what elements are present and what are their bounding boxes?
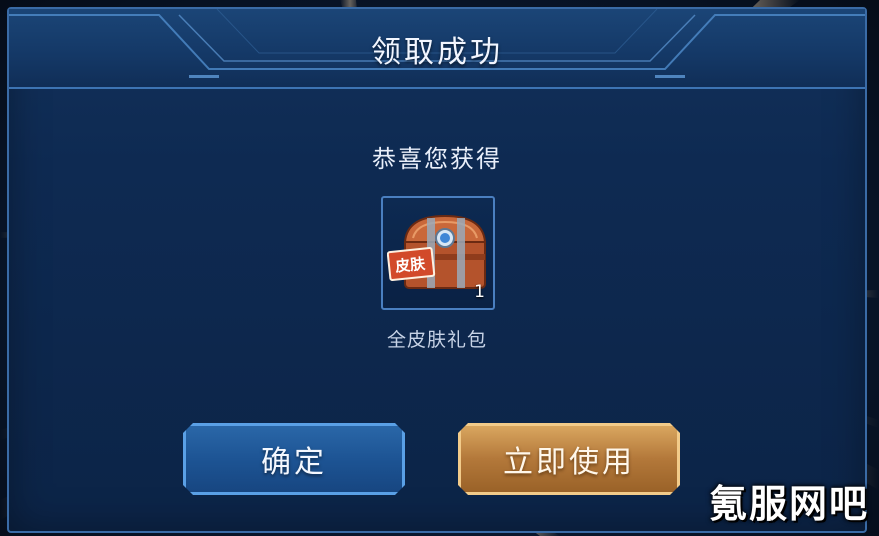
reward-dialog: 领取成功 恭喜您获得 皮肤 1 全皮肤礼包 — [7, 7, 867, 533]
game-screen: 领取成功 恭喜您获得 皮肤 1 全皮肤礼包 确定 立即使用 氪服网吧 — [0, 0, 879, 536]
use-now-button[interactable]: 立即使用 — [458, 423, 680, 495]
dialog-title: 领取成功 — [371, 35, 503, 70]
confirm-button[interactable]: 确定 — [183, 423, 405, 495]
svg-text:皮肤: 皮肤 — [394, 254, 427, 275]
item-count: 1 — [474, 282, 485, 302]
site-watermark: 氪服网吧 — [708, 482, 869, 526]
item-name: 全皮肤礼包 — [386, 329, 487, 351]
reward-item-slot[interactable]: 皮肤 1 — [381, 196, 495, 310]
dialog-header: 领取成功 — [9, 9, 865, 89]
congrats-text: 恭喜您获得 — [372, 145, 502, 173]
